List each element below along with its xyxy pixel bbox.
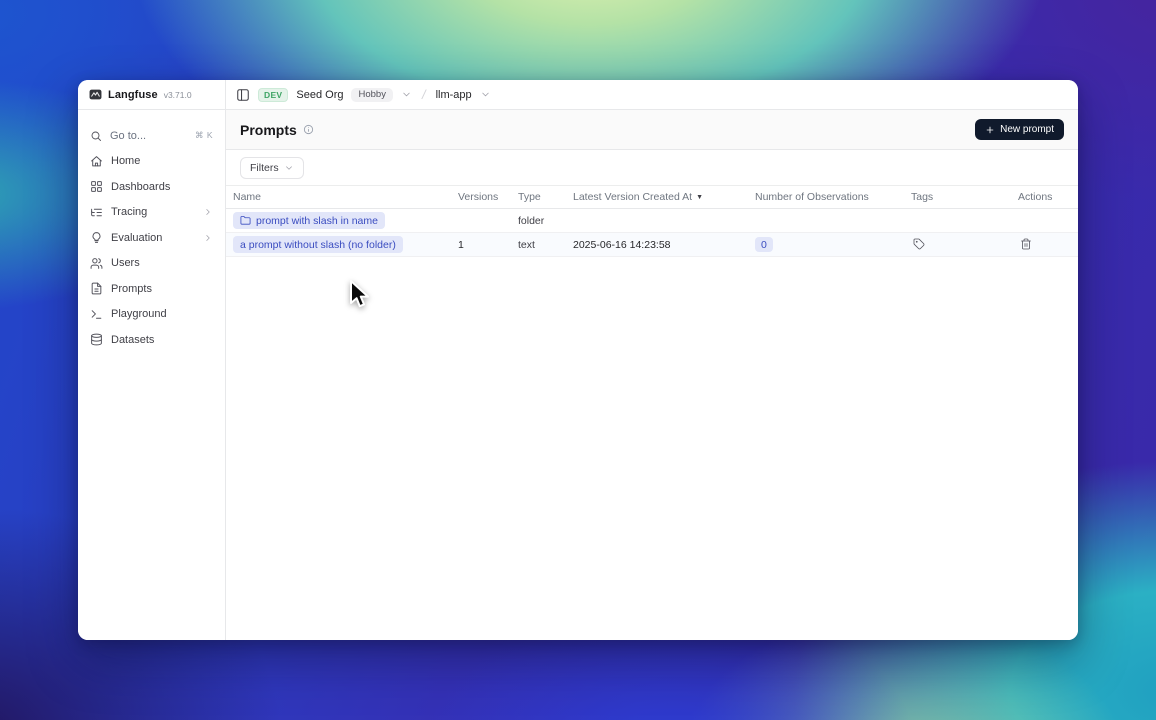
sidebar-item-label: Evaluation <box>111 232 162 244</box>
column-header-type[interactable]: Type <box>518 191 573 203</box>
topbar: DEV Seed Org Hobby / llm-app <box>226 80 1078 110</box>
langfuse-logo-icon <box>89 89 102 100</box>
sidebar-item-dashboards[interactable]: Dashboards <box>86 174 217 200</box>
cell-actions <box>1018 236 1071 253</box>
sidebar-item-label: Home <box>111 155 140 167</box>
org-name[interactable]: Seed Org <box>296 89 343 101</box>
sidebar-item-users[interactable]: Users <box>86 251 217 277</box>
terminal-icon <box>90 308 103 321</box>
grid-icon <box>90 180 103 193</box>
list-tree-icon <box>90 206 103 219</box>
org-chevron-down-icon[interactable] <box>401 89 412 100</box>
panel-left-toggle-icon[interactable] <box>236 88 250 102</box>
app-name: Langfuse <box>108 89 158 101</box>
goto-shortcut: ⌘ K <box>195 130 213 141</box>
cell-type: text <box>518 239 573 251</box>
observations-count-badge: 0 <box>755 237 773 252</box>
delete-button[interactable] <box>1018 236 1034 252</box>
sidebar-item-label: Users <box>111 257 140 269</box>
column-header-latest-version-label: Latest Version Created At <box>573 191 692 203</box>
plus-icon <box>985 125 995 135</box>
breadcrumb-separator: / <box>420 87 428 102</box>
sidebar-item-datasets[interactable]: Datasets <box>86 327 217 353</box>
table-row[interactable]: a prompt without slash (no folder) 1 tex… <box>226 233 1078 257</box>
cell-type: folder <box>518 215 573 227</box>
sidebar-item-playground[interactable]: Playground <box>86 302 217 328</box>
page-title: Prompts <box>240 122 297 138</box>
column-header-name[interactable]: Name <box>233 191 458 203</box>
prompts-table: Name Versions Type Latest Version Create… <box>226 185 1078 257</box>
prompt-link[interactable]: a prompt without slash (no folder) <box>233 236 403 253</box>
brand-header: Langfuse v3.71.0 <box>78 80 225 110</box>
goto-label: Go to... <box>110 130 146 142</box>
langfuse-app-window: Langfuse v3.71.0 Go to... ⌘ K Home <box>78 80 1078 640</box>
project-name[interactable]: llm-app <box>436 89 472 101</box>
sidebar-item-label: Prompts <box>111 283 152 295</box>
filters-chevron-down-icon <box>284 163 294 173</box>
sidebar-item-tracing[interactable]: Tracing <box>86 200 217 226</box>
search-icon <box>90 130 102 142</box>
column-header-actions: Actions <box>1018 191 1071 203</box>
users-icon <box>90 257 103 270</box>
trash-icon <box>1020 238 1032 250</box>
tag-icon <box>913 238 925 250</box>
cell-latest-version: 2025-06-16 14:23:58 <box>573 239 755 251</box>
sidebar-item-prompts[interactable]: Prompts <box>86 276 217 302</box>
column-header-latest-version[interactable]: Latest Version Created At ▼ <box>573 191 755 203</box>
chevron-right-icon <box>203 207 213 217</box>
lightbulb-icon <box>90 231 103 244</box>
table-header-row: Name Versions Type Latest Version Create… <box>226 185 1078 209</box>
column-header-versions[interactable]: Versions <box>458 191 518 203</box>
filters-bar: Filters <box>226 150 1078 185</box>
folder-icon <box>240 215 251 226</box>
cell-tags <box>911 236 1018 253</box>
new-prompt-button[interactable]: New prompt <box>975 119 1064 140</box>
plan-badge: Hobby <box>351 88 392 102</box>
filters-button[interactable]: Filters <box>240 157 304 179</box>
table-row[interactable]: prompt with slash in name folder <box>226 209 1078 233</box>
chevron-right-icon <box>203 233 213 243</box>
home-icon <box>90 155 103 168</box>
filters-label: Filters <box>250 162 279 174</box>
env-badge: DEV <box>258 88 288 102</box>
sidebar-item-label: Playground <box>111 308 167 320</box>
column-header-observations[interactable]: Number of Observations <box>755 191 911 203</box>
project-chevron-down-icon[interactable] <box>480 89 491 100</box>
page-header: Prompts New prompt <box>226 110 1078 150</box>
goto-search[interactable]: Go to... ⌘ K <box>86 123 217 149</box>
sidebar-item-label: Datasets <box>111 334 154 346</box>
sidebar: Langfuse v3.71.0 Go to... ⌘ K Home <box>78 80 226 640</box>
sort-desc-icon: ▼ <box>696 194 703 201</box>
database-icon <box>90 333 103 346</box>
cell-observations: 0 <box>755 237 911 252</box>
info-icon[interactable] <box>303 124 314 135</box>
tag-button[interactable] <box>911 236 927 252</box>
sidebar-item-label: Dashboards <box>111 181 170 193</box>
sidebar-nav: Go to... ⌘ K Home Dashboards <box>78 110 225 353</box>
sidebar-item-home[interactable]: Home <box>86 149 217 175</box>
prompt-name: a prompt without slash (no folder) <box>240 239 396 251</box>
main-panel: DEV Seed Org Hobby / llm-app Prompts <box>226 80 1078 640</box>
app-version: v3.71.0 <box>164 90 192 100</box>
sidebar-item-evaluation[interactable]: Evaluation <box>86 225 217 251</box>
file-text-icon <box>90 282 103 295</box>
prompt-folder-link[interactable]: prompt with slash in name <box>233 212 385 229</box>
cell-versions: 1 <box>458 239 518 251</box>
desktop-wallpaper: Langfuse v3.71.0 Go to... ⌘ K Home <box>0 0 1156 720</box>
prompt-folder-name: prompt with slash in name <box>256 215 378 227</box>
column-header-tags[interactable]: Tags <box>911 191 1018 203</box>
new-prompt-label: New prompt <box>1000 124 1054 135</box>
sidebar-item-label: Tracing <box>111 206 147 218</box>
